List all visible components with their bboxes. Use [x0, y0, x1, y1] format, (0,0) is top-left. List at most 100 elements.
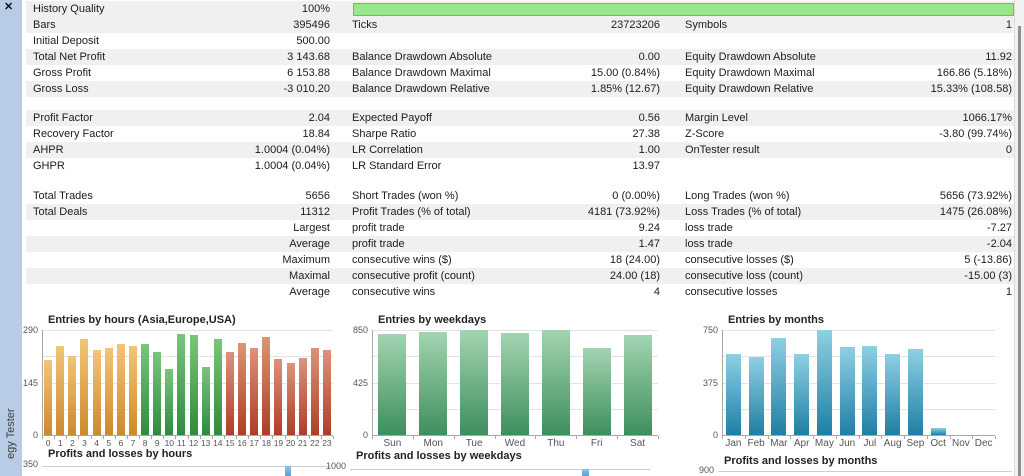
y-axis-tick-label: 290 [22, 325, 38, 335]
bar [44, 360, 53, 435]
chart-title: Profits and losses by hours [48, 448, 193, 460]
x-axis-tick-label: Jan [725, 438, 742, 449]
x-axis-tick-label: 22 [310, 438, 320, 448]
x-axis-tick-label: 10 [164, 438, 175, 448]
x-axis-tick-label: Dec [974, 438, 993, 449]
gridline [718, 471, 1012, 472]
x-axis-tick-label: 16 [237, 438, 247, 448]
bar [80, 339, 89, 435]
x-axis-tick-label: 1 [57, 438, 63, 448]
x-axis-tick [658, 436, 659, 439]
y-axis-tick-label: 0 [32, 430, 38, 440]
x-axis-tick-label: 13 [200, 438, 211, 448]
bar [238, 343, 247, 435]
stat-value: 0 [1005, 144, 1012, 156]
bar [501, 333, 529, 435]
x-axis-tick-label: 11 [177, 438, 186, 448]
x-axis-tick-label: Thu [547, 438, 565, 449]
bar [56, 346, 65, 435]
chart-title: Profits and losses by weekdays [356, 450, 522, 462]
stat-value: 4 [653, 286, 660, 298]
stat-value: 1.00 [638, 144, 660, 156]
stat-row: Gross Profit 6 153.88 Balance Drawdown Max… [26, 65, 1014, 81]
bar [201, 367, 210, 435]
y-axis-tick-label: 375 [702, 377, 718, 388]
x-axis-tick-label: Nov [951, 438, 970, 449]
stat-value: -3 010.20 [283, 83, 330, 95]
stat-value: Average [289, 238, 330, 250]
stat-value: 9.24 [638, 222, 660, 234]
stat-value: 1.0004 (0.04%) [254, 160, 330, 172]
stat-value: 500.00 [296, 35, 330, 47]
stat-value: 13.97 [632, 160, 660, 172]
bar [165, 369, 174, 435]
history-quality-progress-bar [353, 3, 1014, 16]
stat-value: 27.38 [632, 128, 660, 140]
bar [286, 363, 295, 435]
x-axis-tick-label: Sun [383, 438, 402, 449]
y-axis-tick-label: 350 [22, 459, 38, 469]
stat-value: 24.00 (18) [609, 270, 660, 282]
vertical-scrollbar[interactable] [1014, 0, 1024, 476]
stat-row: Maximal consecutive profit (count) 24.00 (… [26, 268, 1014, 284]
y-axis-tick-label: 1000 [325, 461, 346, 471]
y-axis-line [372, 330, 373, 435]
bar [285, 466, 291, 476]
x-axis-tick-label: Aug [883, 438, 902, 449]
stat-value: 11.92 [985, 51, 1012, 63]
bar [460, 330, 489, 435]
bar [322, 350, 331, 435]
stat-value: 395496 [293, 19, 330, 31]
bar [128, 346, 137, 435]
stat-row: Total Trades 5656 Short Trades (won %) 0 (0… [26, 188, 1014, 204]
stat-row: Average consecutive wins 4 consecutive loss… [26, 284, 1014, 300]
stat-value: -15.00 (3) [964, 270, 1012, 282]
x-axis-tick-label: 3 [82, 438, 87, 448]
strategy-tester-tab[interactable]: ✕ egy Tester [0, 0, 22, 476]
stat-value: 1.85% (12.67) [590, 83, 660, 95]
close-icon[interactable]: ✕ [4, 1, 13, 14]
x-axis-tick-label: 12 [188, 438, 199, 448]
x-axis-tick-label: 21 [297, 438, 308, 448]
bar [262, 337, 271, 435]
stat-row: Bars 395496 Ticks 23723206 Symbols 1 [26, 17, 1014, 33]
x-axis-tick-label: Jun [839, 438, 856, 449]
stat-value: 2.04 [308, 112, 330, 124]
bar [885, 354, 901, 435]
stat-value: 18.84 [302, 128, 330, 140]
scrollbar-thumb[interactable] [1018, 26, 1021, 476]
x-axis-tick-label: 19 [273, 438, 284, 448]
bar [104, 348, 113, 435]
stat-value: -3.80 (99.74%) [939, 128, 1012, 140]
y-axis-line [42, 330, 43, 435]
x-axis-tick-label: 8 [142, 438, 148, 448]
stat-value: 166.86 (5.18%) [936, 67, 1012, 79]
stat-value: Maximum [282, 254, 330, 266]
bar [907, 349, 923, 435]
stat-value: 0.56 [638, 112, 660, 124]
y-axis-tick-label: 145 [22, 377, 38, 388]
stat-value: -2.04 [986, 238, 1012, 250]
stat-row: Largest profit trade 9.24 loss trade -7.27 [26, 220, 1014, 236]
bar [177, 334, 186, 435]
stat-value: 0.00 [638, 51, 660, 63]
stat-value: 1066.17% [962, 112, 1012, 124]
stat-row: Total Net Profit 3 143.68 Balance Drawdown… [26, 49, 1014, 65]
stat-value: 100% [301, 3, 330, 15]
x-axis-tick-label: 5 [106, 438, 112, 448]
bar [541, 330, 570, 435]
stat-value: 18 (24.00) [609, 254, 660, 266]
bar [794, 354, 810, 435]
stat-value: 5656 [305, 190, 330, 202]
stat-value: 6 153.88 [287, 67, 330, 79]
stat-value: 15.33% (108.58) [930, 83, 1012, 95]
bar [725, 354, 741, 435]
bar [153, 352, 162, 435]
chart-title: Entries by months [728, 314, 824, 326]
stat-row: AHPR 1.0004 (0.04%) LR Correlation 1.00 OnTe… [26, 142, 1014, 158]
stat-value: 1 [1005, 286, 1012, 298]
stat-row: Recovery Factor 18.84 Sharpe Ratio 27.38 Z-S… [26, 126, 1014, 142]
x-axis-tick-label: Jul [863, 438, 877, 449]
bar [274, 359, 283, 435]
gridline [722, 330, 995, 331]
